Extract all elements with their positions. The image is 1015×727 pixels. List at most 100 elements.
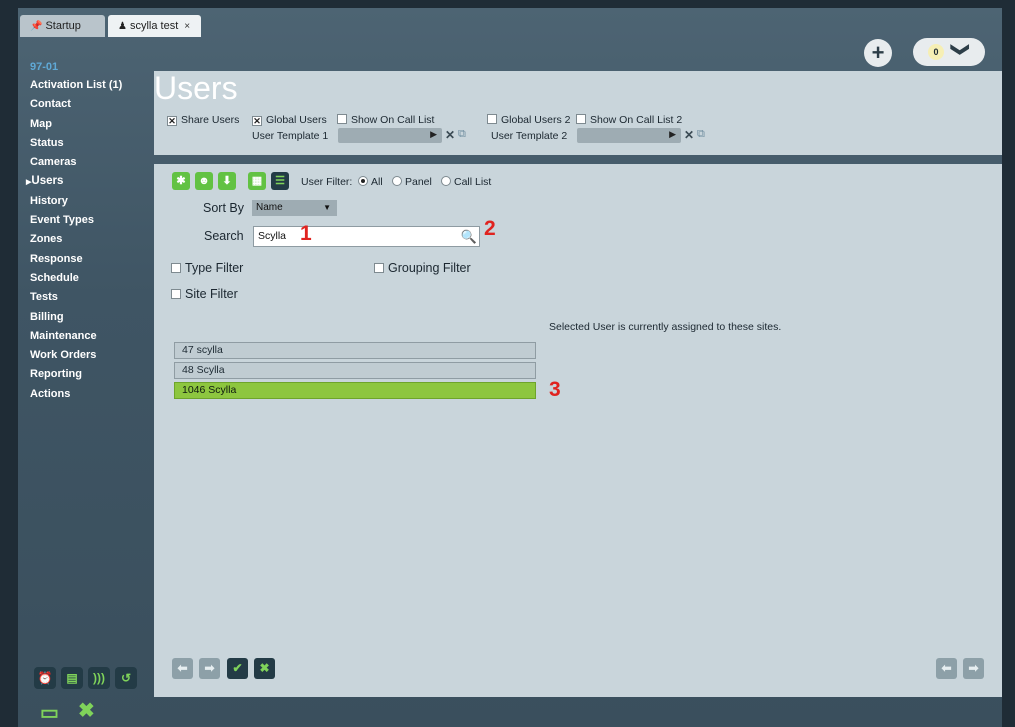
- asterisk-icon: ✱: [176, 175, 186, 187]
- page-back-button[interactable]: ⬅: [936, 658, 957, 679]
- page-forward-button[interactable]: ➡: [963, 658, 984, 679]
- sidebar-item-maintenance[interactable]: Maintenance: [30, 329, 150, 348]
- grid-icon: ▦: [251, 175, 263, 187]
- download-icon: ⬇: [222, 175, 232, 187]
- share-users-checkbox[interactable]: ✕: [167, 116, 177, 126]
- radio-all[interactable]: [358, 176, 368, 186]
- grouping-filter-checkbox[interactable]: [374, 263, 384, 273]
- user-template-1-select[interactable]: ▶: [338, 128, 442, 143]
- account-code: 97-01: [30, 61, 59, 73]
- sidebar-item-history[interactable]: History: [30, 194, 150, 213]
- sidebar-item-work-orders[interactable]: Work Orders: [30, 348, 150, 367]
- notification-count-badge: 0: [928, 44, 944, 60]
- show-on-call-list-2-option[interactable]: Show On Call List 2: [576, 114, 682, 126]
- site-filter-option[interactable]: Site Filter: [171, 287, 238, 301]
- arrow-left-icon: ⬅: [941, 661, 952, 675]
- radio-panel[interactable]: [392, 176, 402, 186]
- user-template-2-select[interactable]: ▶: [577, 128, 681, 143]
- show-on-call-list-2-checkbox[interactable]: [576, 114, 586, 124]
- site-row-selected[interactable]: 1046 Scylla: [174, 382, 536, 399]
- sidebar-item-schedule[interactable]: Schedule: [30, 271, 150, 290]
- open-template-2-icon[interactable]: ⧉: [697, 128, 705, 141]
- sidebar-item-event-types[interactable]: Event Types: [30, 213, 150, 232]
- refresh-icon: ↺: [120, 671, 132, 685]
- refresh-button[interactable]: ↺: [115, 667, 137, 689]
- filter-call-list-radio[interactable]: Call List: [441, 176, 491, 188]
- search-users-icon[interactable]: 🔍: [461, 227, 477, 246]
- database-icon: ▤: [66, 671, 78, 685]
- global-users-checkbox[interactable]: ✕: [252, 116, 262, 126]
- filter-panel-radio[interactable]: Panel: [392, 176, 432, 188]
- site-row[interactable]: 48 Scylla: [174, 362, 536, 379]
- arrow-right-icon: ➡: [968, 661, 979, 675]
- sidebar-item-contact[interactable]: Contact: [30, 97, 150, 116]
- global-users-2-checkbox[interactable]: [487, 114, 497, 124]
- save-icon[interactable]: ▭: [40, 700, 59, 725]
- sort-by-value: Name: [256, 202, 283, 213]
- global-users-2-label: Global Users 2: [501, 114, 571, 126]
- global-users-2-option[interactable]: Global Users 2: [487, 114, 570, 126]
- show-on-call-list-option[interactable]: Show On Call List: [337, 114, 434, 126]
- clear-template-2-icon[interactable]: ✕: [684, 128, 694, 142]
- discard-icon[interactable]: ✖: [78, 698, 95, 723]
- confirm-button[interactable]: ✔: [227, 658, 248, 679]
- alarm-clock-button[interactable]: ⏰: [34, 667, 56, 689]
- sidebar-item-map[interactable]: Map: [30, 117, 150, 136]
- sidebar-item-cameras[interactable]: Cameras: [30, 155, 150, 174]
- clear-template-1-icon[interactable]: ✕: [445, 128, 455, 142]
- open-template-1-icon[interactable]: ⧉: [458, 128, 466, 141]
- global-users-option[interactable]: ✕ Global Users: [252, 114, 327, 126]
- show-on-call-list-label: Show On Call List: [351, 114, 435, 126]
- type-filter-checkbox[interactable]: [171, 263, 181, 273]
- user-template-1-label: User Template 1: [252, 130, 329, 142]
- sidebar-item-users[interactable]: ▶Users: [26, 174, 150, 193]
- sidebar-item-status[interactable]: Status: [30, 136, 150, 155]
- caret-down-icon: ▼: [323, 203, 331, 212]
- annotation-2: 2: [484, 217, 496, 240]
- share-users-option[interactable]: ✕ Share Users: [167, 114, 239, 126]
- users-icon: ♟: [118, 21, 127, 32]
- sidebar-item-response[interactable]: Response: [30, 252, 150, 271]
- add-button[interactable]: +: [864, 39, 892, 67]
- close-icon: ✖: [259, 661, 270, 675]
- search-value: Scylla: [258, 230, 287, 242]
- grid-view-button[interactable]: ▦: [248, 172, 266, 190]
- sidebar-item-activation-list[interactable]: Activation List (1): [30, 78, 150, 97]
- site-filter-checkbox[interactable]: [171, 289, 181, 299]
- site-row[interactable]: 47 scylla: [174, 342, 536, 359]
- database-button[interactable]: ▤: [61, 667, 83, 689]
- filter-all-radio[interactable]: All: [358, 176, 383, 188]
- signal-button[interactable]: ))): [88, 667, 110, 689]
- arrow-left-icon: ⬅: [177, 661, 188, 675]
- next-button[interactable]: ➡: [199, 658, 220, 679]
- show-on-call-list-checkbox[interactable]: [337, 114, 347, 124]
- grouping-filter-option[interactable]: Grouping Filter: [374, 261, 471, 275]
- users-main-panel: ✱ ☻ ⬇ ▦ ☰ User Filter: All Panel Call Li…: [154, 164, 1002, 697]
- alarm-clock-icon: ⏰: [37, 671, 53, 685]
- sidebar-item-tests[interactable]: Tests: [30, 290, 150, 309]
- close-tab-icon[interactable]: ×: [184, 21, 190, 32]
- user-filter-label: User Filter:: [301, 176, 353, 188]
- user-icon: ☻: [198, 175, 210, 187]
- previous-button[interactable]: ⬅: [172, 658, 193, 679]
- sidebar-item-actions[interactable]: Actions: [30, 387, 150, 406]
- sidebar-item-reporting[interactable]: Reporting: [30, 367, 150, 386]
- download-button[interactable]: ⬇: [218, 172, 236, 190]
- sidebar: 97-01 Activation List (1) Contact Map St…: [26, 61, 150, 406]
- sidebar-item-zones[interactable]: Zones: [30, 232, 150, 251]
- notifications-dropdown[interactable]: 0 ❯: [913, 38, 985, 66]
- list-view-button[interactable]: ☰: [271, 172, 289, 190]
- sidebar-item-billing[interactable]: Billing: [30, 310, 150, 329]
- search-input[interactable]: Scylla 🔍: [253, 226, 480, 247]
- page-title: Users: [154, 70, 238, 106]
- tab-startup[interactable]: 📌 Startup: [20, 15, 105, 37]
- type-filter-option[interactable]: Type Filter: [171, 261, 243, 275]
- annotation-1: 1: [300, 222, 312, 245]
- cancel-button[interactable]: ✖: [254, 658, 275, 679]
- asterisk-button[interactable]: ✱: [172, 172, 190, 190]
- radio-call-list[interactable]: [441, 176, 451, 186]
- sort-by-select[interactable]: Name ▼: [252, 200, 337, 216]
- radio-panel-label: Panel: [405, 176, 432, 188]
- tab-scylla-test[interactable]: ♟ scylla test ×: [108, 15, 201, 37]
- user-button[interactable]: ☻: [195, 172, 213, 190]
